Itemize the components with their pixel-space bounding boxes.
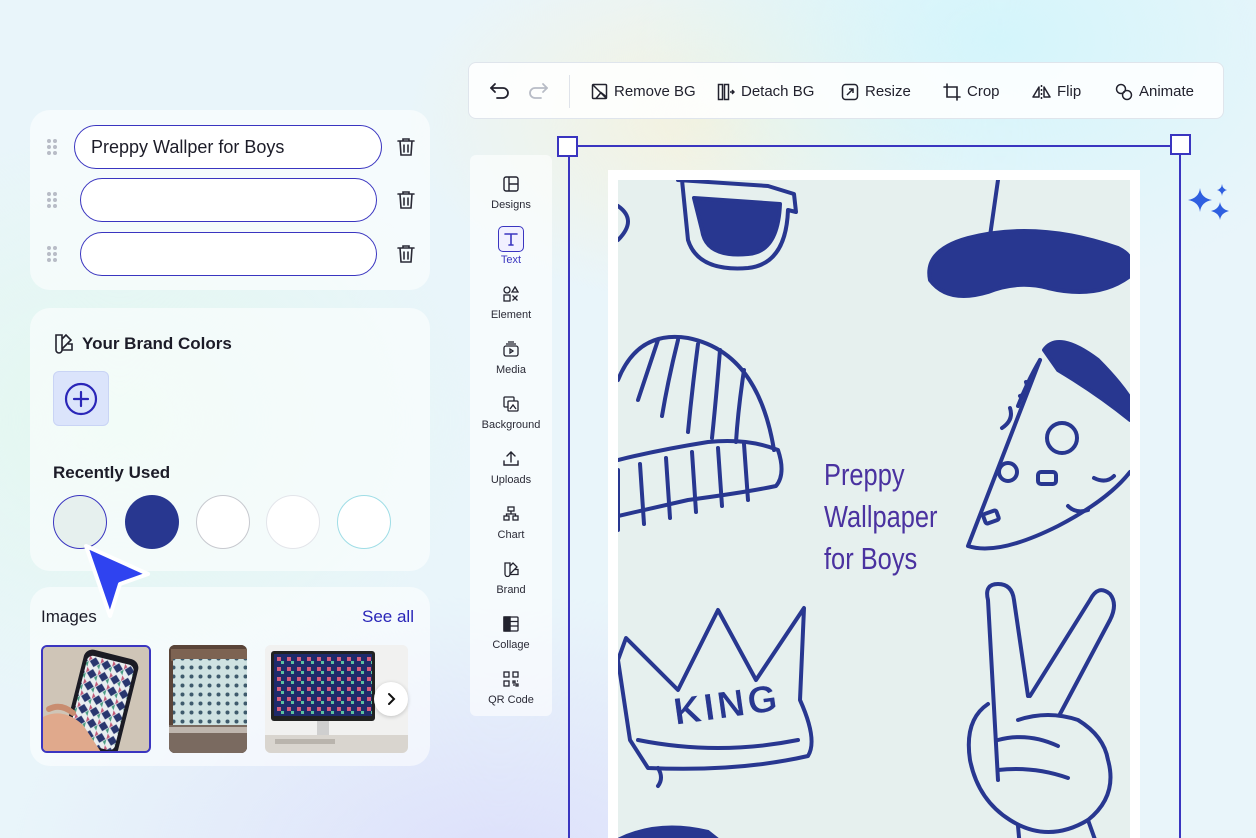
sidebar-item-label: Designs [491, 199, 531, 211]
beanie-icon [618, 334, 784, 532]
sidebar-item-chart[interactable]: Chart [470, 495, 552, 550]
designs-icon [503, 176, 519, 192]
remove-bg-label: Remove BG [614, 83, 696, 100]
sidebar-item-brand[interactable]: Brand [470, 550, 552, 605]
chevron-right-icon [388, 693, 396, 705]
brand-colors-title: Your Brand Colors [82, 334, 232, 353]
animate-icon [1115, 83, 1133, 100]
palette-icon [55, 333, 73, 354]
text-icon [504, 233, 518, 246]
sidebar-item-element[interactable]: Element [470, 275, 552, 330]
drag-handle-icon[interactable] [46, 191, 58, 209]
text-fields-card: Preppy Wallper for Boys [30, 110, 430, 290]
animate-label: Animate [1139, 83, 1195, 100]
resize-icon [841, 83, 859, 100]
resize-handle-top-left[interactable] [557, 136, 578, 157]
upload-icon [503, 451, 519, 466]
flip-button[interactable]: Flip [1032, 63, 1081, 120]
add-brand-color-button[interactable] [53, 371, 109, 426]
sidebar-item-label: Chart [497, 529, 525, 541]
trash-icon[interactable] [394, 242, 418, 266]
media-icon [503, 341, 519, 357]
collage-icon [503, 616, 519, 632]
recently-used-title: Recently Used [53, 463, 171, 482]
sidebar-item-label: Uploads [490, 474, 532, 486]
design-title-line-2: Wallpaper [824, 499, 938, 534]
sidebar-item-label: Text [500, 254, 522, 266]
resize-button[interactable]: Resize [841, 63, 911, 120]
sidebar-item-label: Media [496, 364, 526, 376]
sidebar-item-media[interactable]: Media [470, 330, 552, 385]
sidebar-item-designs[interactable]: Designs [470, 165, 552, 220]
wallpaper-background: KING Preppy Wallpaper for Boys [618, 180, 1130, 838]
drag-handle-icon[interactable] [46, 245, 58, 263]
redo-icon[interactable] [527, 81, 549, 101]
detach-bg-icon [717, 83, 735, 100]
sidebar-item-label: Background [481, 419, 541, 431]
text-field-3[interactable] [80, 232, 377, 276]
animate-button[interactable]: Animate [1115, 63, 1194, 120]
cap-icon [927, 180, 1130, 298]
detach-bg-button[interactable]: Detach BG [717, 63, 814, 120]
pizza-slice-icon [966, 340, 1130, 551]
brand-colors-card: Your Brand Colors Recently Used [30, 308, 430, 571]
remove-bg-icon [591, 83, 608, 100]
sidebar-item-label: Element [490, 309, 532, 321]
text-field-1[interactable]: Preppy Wallper for Boys [74, 125, 382, 169]
sidebar-item-label: QR Code [488, 694, 534, 706]
toolbar-divider [569, 75, 570, 108]
color-swatch[interactable] [196, 495, 250, 549]
see-all-link[interactable]: See all [362, 607, 414, 627]
sidebar-item-collage[interactable]: Collage [470, 605, 552, 660]
crop-label: Crop [967, 83, 1000, 100]
text-field-row [30, 178, 430, 222]
crop-icon [943, 82, 961, 101]
crop-button[interactable]: Crop [943, 63, 1000, 120]
image-thumbnail-phone[interactable] [41, 645, 151, 753]
qr-code-icon [503, 671, 519, 687]
remove-bg-button[interactable]: Remove BG [591, 63, 696, 120]
trash-icon[interactable] [394, 188, 418, 212]
brand-icon [504, 562, 519, 577]
text-field-row: Preppy Wallper for Boys [30, 125, 430, 169]
text-field-row [30, 232, 430, 276]
flip-label: Flip [1057, 83, 1082, 100]
resize-label: Resize [865, 83, 911, 100]
tool-sidebar: Designs Text Element Media Background Up… [470, 155, 552, 716]
image-thumbnail-laptop[interactable] [169, 645, 247, 753]
sidebar-item-label: Collage [492, 639, 530, 651]
sunglasses-icon [618, 180, 798, 271]
pointer-cursor-icon [84, 544, 150, 618]
plus-circle-icon [64, 382, 98, 415]
drag-handle-icon[interactable] [46, 138, 58, 156]
flip-icon [1032, 84, 1051, 99]
element-icon [503, 286, 519, 302]
design-title-line-3: for Boys [824, 541, 918, 576]
sidebar-item-label: Brand [496, 584, 526, 596]
detach-bg-label: Detach BG [741, 83, 815, 100]
next-images-button[interactable] [374, 682, 408, 716]
sidebar-item-qr-code[interactable]: QR Code [470, 660, 552, 715]
color-swatch[interactable] [337, 495, 391, 549]
text-field-2[interactable] [80, 178, 377, 222]
design-title-text[interactable]: Preppy Wallpaper for Boys [824, 454, 938, 580]
trash-icon[interactable] [394, 135, 418, 159]
design-title-line-1: Preppy [824, 457, 905, 492]
sparkle-icon [1188, 184, 1229, 220]
sidebar-item-uploads[interactable]: Uploads [470, 440, 552, 495]
resize-handle-top-right[interactable] [1170, 134, 1191, 155]
color-swatch[interactable] [266, 495, 320, 549]
undo-icon[interactable] [489, 81, 511, 101]
chart-icon [503, 506, 519, 521]
design-canvas[interactable]: KING Preppy Wallpaper for Boys [608, 170, 1140, 838]
top-toolbar: Remove BG Detach BG Resize Crop Flip Ani… [468, 62, 1224, 119]
background-icon [503, 396, 519, 412]
peace-hand-icon [966, 582, 1116, 838]
sidebar-item-background[interactable]: Background [470, 385, 552, 440]
sidebar-item-text[interactable]: Text [470, 220, 552, 275]
